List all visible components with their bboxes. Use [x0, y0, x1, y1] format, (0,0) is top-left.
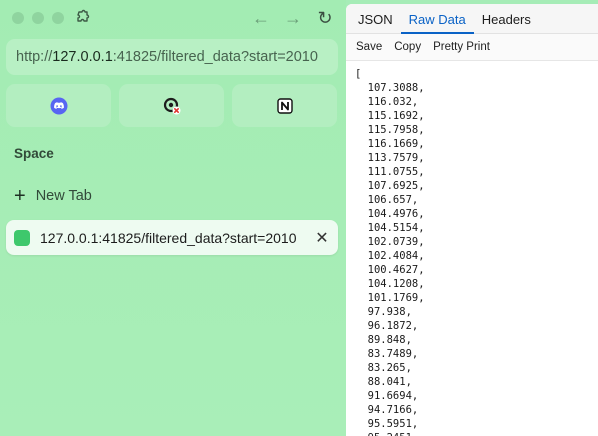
tab-json[interactable]: JSON	[350, 12, 401, 33]
space-label: Space	[14, 146, 54, 161]
pinned-notion[interactable]	[232, 84, 337, 127]
tab-title: 127.0.0.1:41825/filtered_data?start=2010	[40, 229, 297, 246]
viewer-toolbar: Save Copy Pretty Print	[346, 34, 598, 61]
pretty-print-button[interactable]: Pretty Print	[433, 41, 490, 53]
minimize-window-button[interactable]	[32, 12, 44, 24]
pinned-chatgpt[interactable]	[119, 84, 224, 127]
url-host: 127.0.0.1	[52, 49, 113, 65]
tab-headers[interactable]: Headers	[474, 12, 539, 33]
new-tab-button[interactable]: + New Tab	[14, 186, 92, 206]
notion-icon	[276, 97, 293, 114]
chatgpt-icon	[163, 97, 180, 114]
url-rest: :41825/filtered_data?start=2010	[112, 49, 318, 65]
discord-icon	[50, 97, 67, 114]
extensions-icon[interactable]	[73, 9, 91, 27]
forward-arrow-icon[interactable]: →	[284, 8, 302, 28]
close-tab-icon[interactable]: ✕	[310, 228, 334, 248]
window-controls	[12, 12, 64, 24]
plus-icon: +	[14, 185, 26, 207]
new-tab-label: New Tab	[35, 188, 92, 204]
pinned-discord[interactable]	[6, 84, 111, 127]
navigation-controls: ← → ↻	[252, 8, 334, 28]
back-arrow-icon[interactable]: ←	[252, 8, 270, 28]
viewer-tabs: JSON Raw Data Headers	[346, 4, 598, 34]
save-button[interactable]: Save	[356, 41, 382, 53]
sidebar: ← → ↻ http://127.0.0.1:41825/filtered_da…	[0, 0, 346, 436]
maximize-window-button[interactable]	[52, 12, 64, 24]
reload-icon[interactable]: ↻	[316, 8, 334, 28]
copy-button[interactable]: Copy	[394, 41, 421, 53]
raw-data-text: [ 107.3088, 116.032, 115.1692, 115.7958,…	[355, 68, 425, 436]
favicon-icon	[14, 229, 30, 246]
json-viewer: JSON Raw Data Headers Save Copy Pretty P…	[346, 4, 598, 436]
url-prefix: http://	[16, 49, 53, 65]
tab-raw-data[interactable]: Raw Data	[400, 12, 474, 34]
close-window-button[interactable]	[12, 12, 24, 24]
pinned-sites	[6, 84, 337, 127]
address-bar[interactable]: http://127.0.0.1:41825/filtered_data?sta…	[6, 39, 338, 75]
sidebar-tab-active[interactable]: 127.0.0.1:41825/filtered_data?start=2010…	[6, 220, 338, 255]
